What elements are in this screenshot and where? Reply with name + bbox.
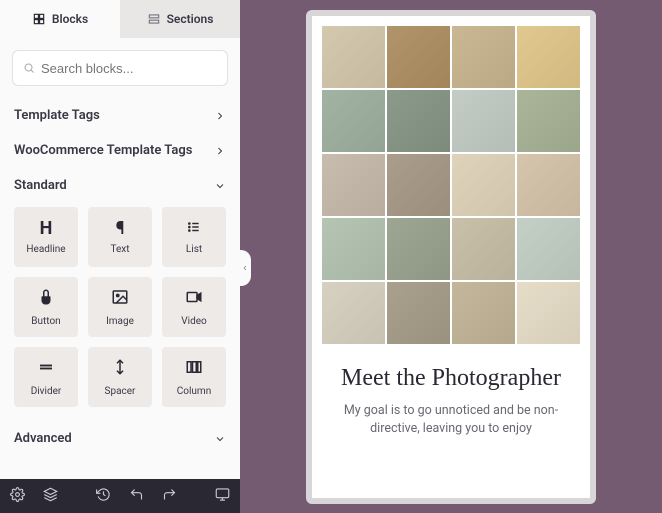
gallery-image	[517, 90, 580, 152]
block-divider[interactable]: Divider	[14, 347, 78, 407]
tabs: Blocks Sections	[0, 0, 240, 38]
search-wrap	[0, 38, 240, 98]
gallery-image	[452, 282, 515, 344]
gallery-image	[322, 282, 385, 344]
block-column[interactable]: Column	[162, 347, 226, 407]
chevron-down-icon	[214, 433, 226, 445]
gallery-image	[322, 26, 385, 88]
monitor-icon	[215, 487, 230, 502]
tab-blocks[interactable]: Blocks	[0, 0, 120, 38]
gallery-image	[452, 154, 515, 216]
block-label: Video	[181, 316, 206, 327]
chevron-down-icon	[214, 180, 226, 192]
block-label: Divider	[31, 386, 62, 397]
block-label: Image	[106, 316, 134, 327]
block-headline[interactable]: H Headline	[14, 207, 78, 267]
divider-icon	[37, 358, 55, 380]
settings-button[interactable]	[10, 487, 25, 506]
block-label: Text	[110, 244, 129, 255]
preview-body: My goal is to go unnoticed and be non-di…	[328, 402, 574, 437]
image-gallery	[312, 16, 590, 354]
gallery-image	[387, 90, 450, 152]
sections-icon	[147, 12, 161, 26]
list-icon	[185, 220, 203, 238]
column-icon	[185, 358, 203, 380]
gallery-image	[387, 26, 450, 88]
layers-icon	[43, 487, 58, 502]
bottom-toolbar	[0, 479, 240, 513]
sidebar: Blocks Sections Template Tags WooCommerc…	[0, 0, 240, 513]
gallery-image	[517, 154, 580, 216]
gallery-image	[452, 218, 515, 280]
spacer-icon	[111, 358, 129, 380]
video-icon	[185, 288, 203, 310]
history-icon	[96, 487, 111, 502]
block-spacer[interactable]: Spacer	[88, 347, 152, 407]
block-image[interactable]: Image	[88, 277, 152, 337]
gallery-image	[517, 218, 580, 280]
headline-icon: H	[40, 220, 53, 238]
blocks-grid: H Headline ¶ Text List Button Image Vide…	[0, 203, 240, 421]
section-label: WooCommerce Template Tags	[14, 143, 192, 158]
block-label: Headline	[26, 244, 65, 255]
undo-icon	[129, 487, 144, 502]
section-standard[interactable]: Standard	[0, 168, 240, 203]
redo-icon	[162, 487, 177, 502]
chevron-left-icon	[241, 262, 249, 274]
section-label: Advanced	[14, 431, 72, 446]
section-advanced[interactable]: Advanced	[0, 421, 240, 456]
blocks-icon	[32, 12, 46, 26]
text-icon: ¶	[116, 220, 125, 238]
layers-button[interactable]	[43, 487, 58, 506]
device-frame: Meet the Photographer My goal is to go u…	[306, 10, 596, 504]
gallery-image	[322, 90, 385, 152]
block-video[interactable]: Video	[162, 277, 226, 337]
preview-heading: Meet the Photographer	[328, 364, 574, 393]
gallery-image	[517, 26, 580, 88]
preview-area: Meet the Photographer My goal is to go u…	[240, 0, 662, 513]
block-button[interactable]: Button	[14, 277, 78, 337]
tab-blocks-label: Blocks	[52, 12, 88, 26]
search-input[interactable]	[41, 61, 217, 76]
block-text[interactable]: ¶ Text	[88, 207, 152, 267]
section-label: Template Tags	[14, 108, 100, 123]
section-label: Standard	[14, 178, 67, 193]
gallery-image	[452, 90, 515, 152]
block-label: Spacer	[105, 386, 136, 397]
tab-sections-label: Sections	[167, 12, 214, 26]
gallery-image	[387, 282, 450, 344]
gallery-image	[322, 218, 385, 280]
block-label: Column	[177, 386, 211, 397]
gallery-image	[452, 26, 515, 88]
button-icon	[37, 288, 55, 310]
block-list[interactable]: List	[162, 207, 226, 267]
chevron-right-icon	[214, 145, 226, 157]
search-icon	[23, 61, 35, 75]
gallery-image	[517, 282, 580, 344]
search[interactable]	[12, 50, 228, 86]
gallery-image	[322, 154, 385, 216]
undo-button[interactable]	[129, 487, 144, 506]
image-icon	[111, 288, 129, 310]
redo-button[interactable]	[162, 487, 177, 506]
preview-content: Meet the Photographer My goal is to go u…	[312, 354, 590, 438]
block-label: Button	[31, 316, 60, 327]
section-template-tags[interactable]: Template Tags	[0, 98, 240, 133]
chevron-right-icon	[214, 110, 226, 122]
block-label: List	[186, 244, 202, 255]
gallery-image	[387, 154, 450, 216]
gallery-image	[387, 218, 450, 280]
collapse-sidebar-button[interactable]	[239, 250, 251, 286]
section-woo-tags[interactable]: WooCommerce Template Tags	[0, 133, 240, 168]
device-button[interactable]	[215, 487, 230, 506]
tab-sections[interactable]: Sections	[120, 0, 240, 38]
gear-icon	[10, 487, 25, 502]
history-button[interactable]	[96, 487, 111, 506]
